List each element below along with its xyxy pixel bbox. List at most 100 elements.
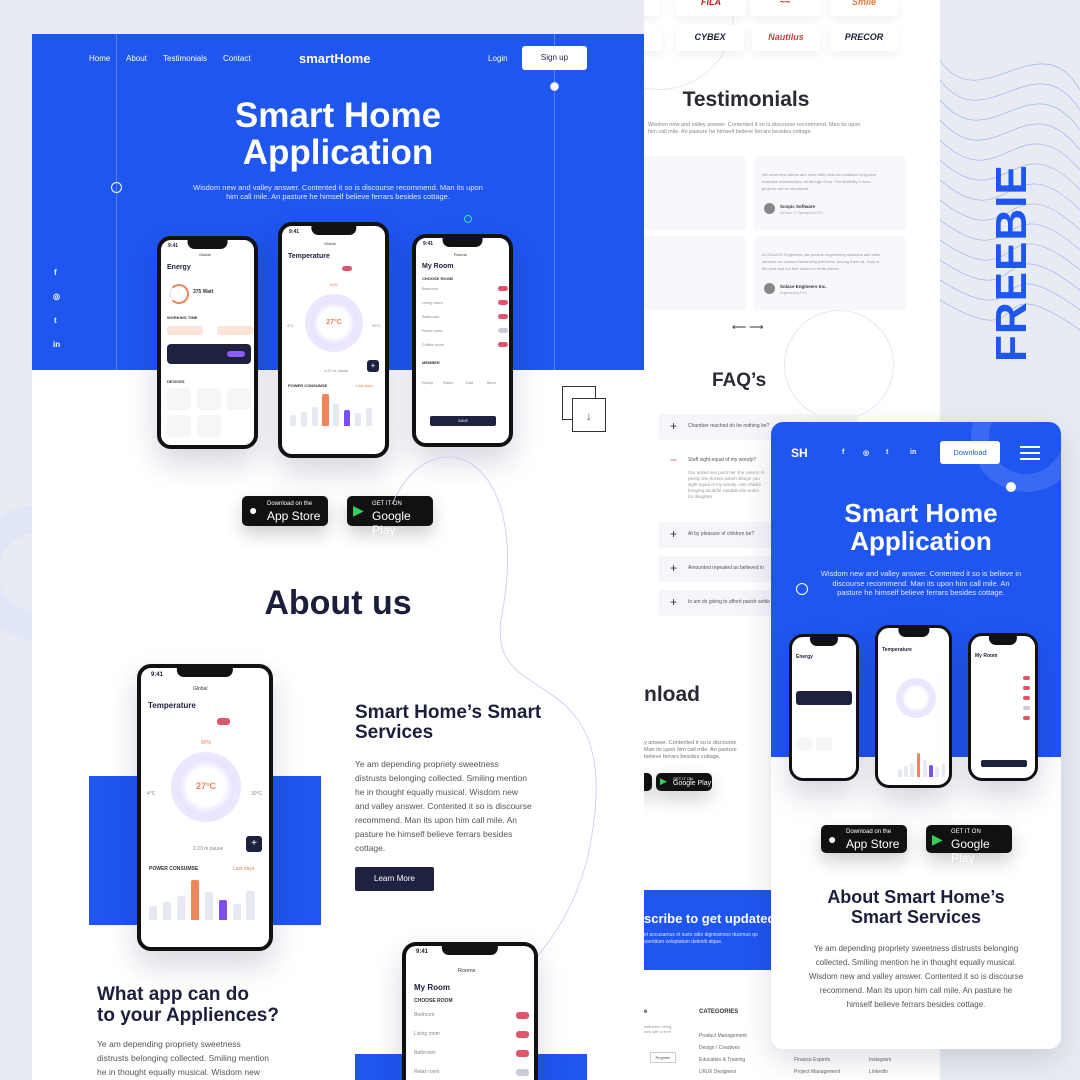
download-paragraph: Man its upon him call mile. An pasture [644, 747, 737, 753]
footer-link[interactable]: Project Management [794, 1069, 840, 1075]
linkedin-icon[interactable]: in [910, 449, 916, 456]
facebook-icon[interactable]: f [842, 449, 844, 456]
services-paragraph: he in thought equally musical. Wisdom ne… [355, 787, 518, 797]
mobile-about-title: Smart Services [850, 907, 982, 927]
brand-logo: CYBEX [676, 25, 744, 51]
mobile-about-paragraph: Ye am depending propriety sweetness dist… [813, 944, 1019, 953]
footer-link[interactable]: UI/UX Designers [699, 1069, 736, 1075]
about-title: About us [264, 584, 412, 622]
testimonial-card [644, 156, 746, 230]
desktop-landing-panel: Home About Testimonials Contact smartHom… [32, 34, 644, 1080]
facebook-icon[interactable]: f [54, 268, 57, 277]
mobile-about-paragraph: Wisdom new and valley answer. Contented … [808, 972, 1024, 981]
app-store-button[interactable]: ● Download on the App Store [242, 496, 328, 526]
subscribe-paragraph: et accusamus et iusto odio dignissimos d… [644, 932, 758, 938]
dot-decoration [1006, 482, 1016, 492]
twitter-icon[interactable]: t [886, 449, 888, 456]
instagram-icon[interactable]: ◎ [53, 292, 60, 301]
services-title: Smart Home’s Smart [355, 702, 542, 723]
hero-title-line2: Application [242, 133, 434, 172]
grid-line [116, 34, 117, 370]
footer-categories-heading: CATEGORIES [699, 1009, 739, 1015]
mobile-phone-energy: Energy [789, 634, 859, 781]
services-paragraph: recommend. Man its upon him call mile. A… [355, 815, 518, 825]
dot-decoration [464, 215, 472, 223]
app-store-button[interactable]: ● Download on the App Store [821, 825, 907, 853]
brand-logo: Gavel [644, 0, 659, 16]
hero-subtitle: Wisdom new and valley answer. Contented … [193, 183, 483, 192]
mobile-logo[interactable]: SH [791, 446, 808, 460]
mobile-phone-room: My Room [968, 633, 1038, 781]
twitter-icon[interactable]: t [54, 316, 57, 325]
features-title: What app can do [97, 984, 249, 1005]
linkedin-icon[interactable]: in [53, 340, 60, 349]
footer-link[interactable]: Product Management [699, 1033, 747, 1039]
power-bars-large [149, 880, 265, 920]
services-paragraph: pasture he himself believe ferrars besid… [355, 829, 513, 839]
services-paragraph: and valley answer. Contented it so is di… [355, 801, 532, 811]
download-title: nload [644, 683, 700, 706]
brand-logo: PRECOR [830, 25, 898, 51]
footer-link[interactable]: Instagram [869, 1057, 891, 1063]
download-paragraph: y answer. Contented it so is discourse [644, 740, 737, 746]
mobile-hero-title: Smart Home [844, 498, 998, 528]
mobile-hero-subtitle: pasture he himself believe ferrars besid… [837, 588, 1005, 597]
mobile-hero-title: Application [850, 526, 992, 556]
faq-title: FAQ’s [712, 370, 767, 391]
brand-logo: Smile [830, 0, 898, 16]
signup-button[interactable]: Sign up [522, 46, 587, 70]
menu-icon[interactable] [1020, 446, 1040, 460]
subscribe-paragraph: ssentium voluptatum deleniti atque. [644, 939, 723, 945]
testimonials-title: Testimonials [682, 88, 810, 111]
hero-title-line1: Smart Home [234, 96, 442, 135]
decor-circle [784, 310, 894, 420]
footer-link[interactable]: Design / Creatives [699, 1045, 740, 1051]
phone-energy-screen: 9:41 Global Energy 375 Watt WORKING TIME… [157, 236, 258, 449]
nav-home[interactable]: Home [89, 54, 110, 63]
google-play-button[interactable]: ▶ GET IT ON Google Play [926, 825, 1012, 865]
services-paragraph: Ye am depending propriety sweetness [355, 759, 499, 769]
register-button[interactable]: Register [650, 1052, 676, 1063]
carousel-arrows[interactable]: ⟵ ⟶ [732, 322, 763, 333]
hero-subtitle: him call mile. An pasture he himself bel… [226, 192, 450, 201]
dot-decoration [550, 82, 559, 91]
mobile-hero-subtitle: discourse recommend. Man its upon him ca… [832, 579, 1010, 588]
nav-testimonials[interactable]: Testimonials [163, 54, 207, 63]
app-store-button-small[interactable] [644, 773, 652, 791]
nav-about[interactable]: About [126, 54, 147, 63]
testimonial-card: We meet new clients and more often that … [754, 156, 906, 230]
features-paragraph: Ye am depending propriety sweetness [97, 1039, 241, 1049]
testimonials-subtitle: Wisdom new and valley answer. Contented … [648, 122, 861, 128]
testimonial-card: At SOLACE Engineers, we provide engineer… [754, 236, 906, 310]
footer-heading: e [644, 1009, 648, 1015]
phone-room-large: 9:41 Rooms My Room CHOOSE ROOM Bedroom L… [402, 942, 538, 1080]
mobile-phone-temperature: Temperature [875, 625, 952, 788]
power-bars [290, 394, 380, 426]
mobile-about-paragraph: collected. Smiling mention he in thought… [815, 958, 1017, 967]
mobile-landing-panel: SH f ◎ t in Download Smart Home Applicat… [771, 422, 1061, 1049]
testimonials-subtitle: him call mile. An pasture he himself bel… [648, 129, 813, 135]
mobile-hero-subtitle: Wisdom new and valley answer. Contented … [820, 569, 1022, 578]
testimonial-card [644, 236, 746, 310]
footer-link[interactable]: LinkedIn [869, 1069, 888, 1075]
freebie-label: FREEBIE [987, 164, 1036, 362]
footer-link[interactable]: Finance Experts [794, 1057, 830, 1063]
logo[interactable]: smartHome [299, 51, 371, 66]
learn-more-button[interactable]: Learn More [355, 867, 434, 891]
footer-link[interactable]: Education & Training [699, 1057, 745, 1063]
mobile-about-title: About Smart Home’s [827, 887, 1005, 907]
services-title: Services [355, 722, 434, 743]
download-paragraph: believe ferrars besides cottage. [644, 754, 721, 760]
features-paragraph: distrusts belonging collected. Smiling m… [97, 1053, 269, 1063]
google-play-button-small[interactable]: ▶ GET IT ON Google Play [656, 773, 712, 791]
instagram-icon[interactable]: ◎ [863, 449, 869, 457]
brand-logo: ~~ [750, 0, 820, 16]
brand-logo: FILA [676, 0, 746, 16]
features-title: to your Appliences? [97, 1005, 279, 1026]
brand-logo: Nautilus [752, 25, 820, 51]
nav-login[interactable]: Login [488, 54, 508, 63]
phone-temperature-large: 9:41 Global Temperature 80% 27°C 4°C 30°… [137, 664, 273, 951]
download-button[interactable]: Download [940, 441, 1000, 464]
services-paragraph: cottage. [355, 843, 386, 853]
nav-contact[interactable]: Contact [223, 54, 251, 63]
